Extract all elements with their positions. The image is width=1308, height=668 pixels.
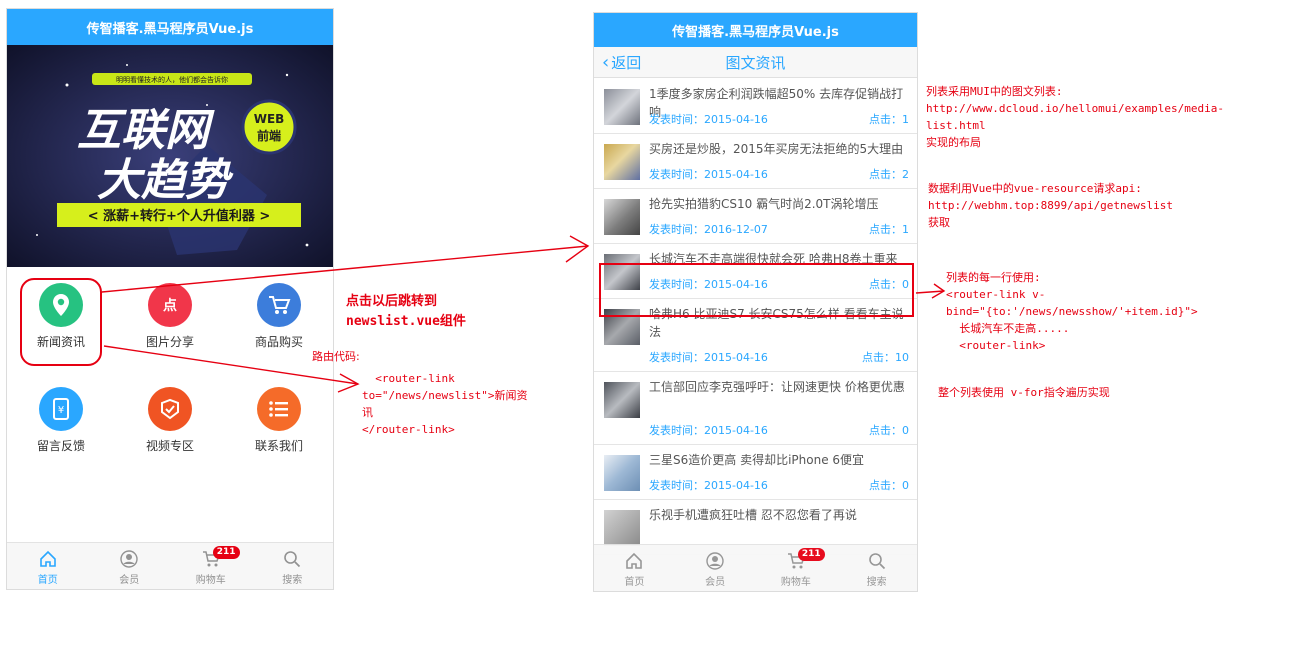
news-time: 发表时间：2016-12-07 <box>649 223 768 236</box>
svg-text:¥: ¥ <box>58 405 64 416</box>
app-title: 传智播客.黑马程序员Vue.js <box>672 24 839 40</box>
news-clicks: 点击：2 <box>869 168 909 181</box>
member-icon <box>89 549 171 569</box>
news-time: 发表时间：2015-04-16 <box>649 351 768 364</box>
grid-item-label: 联系我们 <box>254 439 303 453</box>
photo-share-icon: 点 <box>148 283 192 327</box>
news-list: 1季度多家房企利润跌幅超50% 去库存促销战打响 发表时间：2015-04-16… <box>594 79 917 555</box>
search-icon <box>252 549 334 569</box>
shopping-cart-icon <box>257 283 301 327</box>
tab-label: 首页 <box>37 575 58 586</box>
tab-home[interactable]: 首页 <box>594 545 675 591</box>
news-thumbnail <box>604 89 640 125</box>
tab-search[interactable]: 搜索 <box>836 545 917 591</box>
news-title: 抢先实拍猎豹CS10 霸气时尚2.0T涡轮增压 <box>649 197 879 211</box>
row-router-note: 列表的每一行使用: <router-link v- bind="{to:'/ne… <box>946 271 1198 352</box>
tab-label: 会员 <box>705 577 726 588</box>
banner-tagline: 明明看懂技术的人，他们都会告诉你 <box>116 75 228 84</box>
tab-label: 搜索 <box>866 577 887 588</box>
news-thumbnail <box>604 455 640 491</box>
contact-list-icon <box>257 387 301 431</box>
back-button[interactable]: ‹ 返回 <box>602 52 641 73</box>
news-row[interactable]: 三星S6造价更高 卖得却比iPhone 6便宜 发表时间：2015-04-16 点… <box>594 445 917 500</box>
svg-text:点: 点 <box>163 297 177 314</box>
arrow-to-row-note <box>915 290 945 294</box>
banner-artwork: 明明看懂技术的人，他们都会告诉你 互联网 大趋势 WEB 前端 < 涨薪+转行+… <box>7 45 333 267</box>
news-time: 发表时间：2015-04-16 <box>649 424 768 437</box>
news-row[interactable]: 抢先实拍猎豹CS10 霸气时尚2.0T涡轮增压 发表时间：2016-12-07 点… <box>594 189 917 244</box>
news-clicks: 点击：1 <box>869 113 909 126</box>
grid-item-feedback[interactable]: ¥ 留言反馈 <box>7 371 115 475</box>
news-row[interactable]: 买房还是炒股，2015年买房无法拒绝的5大理由 发表时间：2015-04-16 点… <box>594 134 917 189</box>
grid-item-label: 图片分享 <box>145 335 194 349</box>
banner-title-line2: 大趋势 <box>97 155 234 206</box>
feedback-icon: ¥ <box>39 387 83 431</box>
tab-cart[interactable]: 211 购物车 <box>170 543 252 589</box>
tab-member[interactable]: 会员 <box>675 545 756 591</box>
news-time: 发表时间：2015-04-16 <box>649 168 768 181</box>
news-thumbnail <box>604 382 640 418</box>
video-icon <box>148 387 192 431</box>
cart-count-badge: 211 <box>212 546 240 559</box>
tab-home[interactable]: 首页 <box>7 543 89 589</box>
news-title: 三星S6造价更高 卖得却比iPhone 6便宜 <box>649 453 865 467</box>
tab-cart[interactable]: 211 购物车 <box>756 545 837 591</box>
tab-label: 购物车 <box>195 575 226 586</box>
news-time: 发表时间：2015-04-16 <box>649 479 768 492</box>
chevron-left-icon: ‹ <box>602 51 610 73</box>
grid-item-label: 留言反馈 <box>36 439 85 453</box>
member-icon <box>675 551 756 571</box>
bottom-tab-bar: 首页 会员 211 购物车 搜索 <box>594 544 917 591</box>
highlight-news-grid-item <box>20 278 102 366</box>
back-label: 返回 <box>611 54 642 72</box>
tab-label: 购物车 <box>780 577 811 588</box>
bottom-tab-bar: 首页 会员 211 购物车 搜索 <box>7 542 333 589</box>
banner-badge-line1: WEB <box>254 112 285 126</box>
news-time: 发表时间：2015-04-16 <box>649 113 768 126</box>
nav-bar: ‹ 返回 图文资讯 <box>594 47 917 78</box>
app-header: 传智播客.黑马程序员Vue.js <box>594 13 917 47</box>
news-row[interactable]: 1季度多家房企利润跌幅超50% 去库存促销战打响 发表时间：2015-04-16… <box>594 79 917 134</box>
tab-label: 会员 <box>119 575 140 586</box>
grid-item-label: 视频专区 <box>145 439 194 453</box>
route-code: <router-link to="/news/newslist">新闻资 讯 <… <box>362 372 528 436</box>
list-layout-note: 列表采用MUI中的图文列表: http://www.dcloud.io/hell… <box>926 85 1225 149</box>
search-icon <box>836 551 917 571</box>
promo-banner[interactable]: 明明看懂技术的人，他们都会告诉你 互联网 大趋势 WEB 前端 < 涨薪+转行+… <box>7 45 333 267</box>
news-thumbnail <box>604 144 640 180</box>
tab-member[interactable]: 会员 <box>89 543 171 589</box>
v-for-note: 整个列表使用 v-for指令遍历实现 <box>938 386 1110 399</box>
news-clicks: 点击：1 <box>869 223 909 236</box>
page-title: 图文资讯 <box>725 53 786 72</box>
app-header: 传智播客.黑马程序员Vue.js <box>7 9 333 45</box>
route-code-title: 路由代码: <box>312 350 360 363</box>
news-title: 买房还是炒股，2015年买房无法拒绝的5大理由 <box>649 142 904 156</box>
news-title: 工信部回应李克强呼吁：让网速更快 价格更优惠 <box>649 380 905 394</box>
home-icon <box>594 551 675 571</box>
app-title: 传智播客.黑马程序员Vue.js <box>86 21 254 37</box>
banner-title-line1: 互联网 <box>77 105 215 156</box>
jump-note: 点击以后跳转到 newslist.vue组件 <box>346 294 466 329</box>
data-source-note: 数据利用Vue中的vue-resource请求api: http://webhm… <box>928 182 1174 229</box>
tab-label: 首页 <box>624 577 645 588</box>
banner-slogan: < 涨薪+转行+个人升值利器 > <box>88 208 271 224</box>
news-thumbnail <box>604 199 640 235</box>
news-title: 乐视手机遭疯狂吐槽 忍不忍您看了再说 <box>649 508 857 522</box>
highlight-news-row <box>599 263 914 317</box>
banner-badge-line2: 前端 <box>257 128 281 143</box>
grid-item-photos[interactable]: 点 图片分享 <box>116 267 224 371</box>
news-clicks: 点击：0 <box>869 479 909 492</box>
news-thumbnail <box>604 510 640 546</box>
tab-search[interactable]: 搜索 <box>252 543 334 589</box>
tab-label: 搜索 <box>282 575 303 586</box>
news-clicks: 点击：0 <box>869 424 909 437</box>
grid-item-video[interactable]: 视频专区 <box>116 371 224 475</box>
home-icon <box>7 549 89 569</box>
grid-item-contact[interactable]: 联系我们 <box>225 371 333 475</box>
news-row[interactable]: 工信部回应李克强呼吁：让网速更快 价格更优惠 发表时间：2015-04-16 点击… <box>594 372 917 445</box>
news-clicks: 点击：10 <box>862 351 909 364</box>
cart-count-badge: 211 <box>797 548 825 561</box>
